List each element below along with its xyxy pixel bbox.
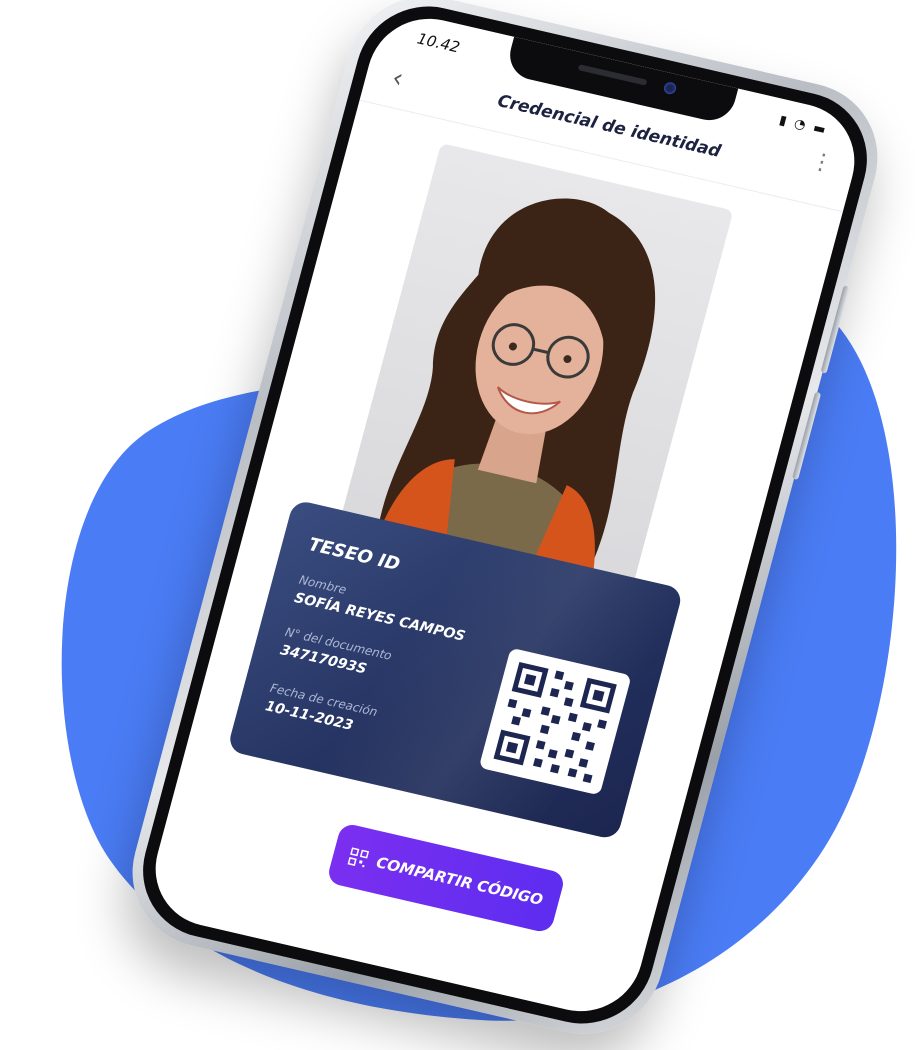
battery-icon: ▬ xyxy=(811,120,830,139)
card-brand: TESEO ID xyxy=(306,533,403,576)
signal-icon: ▮ xyxy=(777,112,791,130)
share-button-label: COMPARTIR CÓDIGO xyxy=(374,853,545,910)
qr-code-icon xyxy=(347,847,369,868)
wifi-icon: ◔ xyxy=(792,116,810,134)
speaker xyxy=(577,64,648,86)
front-camera xyxy=(662,81,678,96)
phone-screen: 10.42 ▮ ◔ ▬ ‹ Credencial de identidad ⋮ xyxy=(142,6,868,1024)
status-icons: ▮ ◔ ▬ xyxy=(777,113,829,139)
more-vertical-icon[interactable]: ⋮ xyxy=(808,148,836,177)
share-code-button[interactable]: COMPARTIR CÓDIGO xyxy=(325,822,567,934)
status-time: 10.42 xyxy=(415,29,462,57)
smartphone: 10.42 ▮ ◔ ▬ ‹ Credencial de identidad ⋮ xyxy=(115,0,895,1050)
